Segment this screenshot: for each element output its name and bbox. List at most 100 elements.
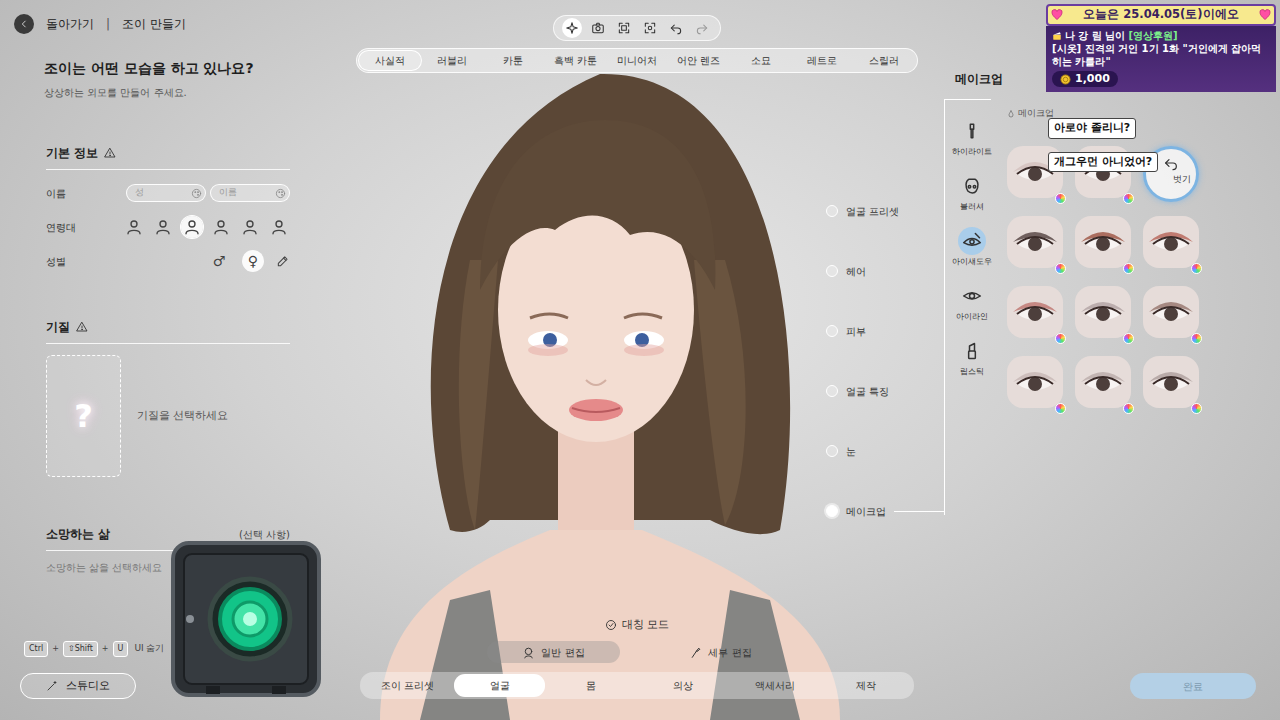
node-dot[interactable]	[826, 445, 838, 457]
color-variant-dot[interactable]	[1191, 403, 1202, 414]
makeup-swatch[interactable]	[1143, 356, 1199, 412]
style-tab[interactable]: 사실적	[359, 51, 421, 70]
color-variant-dot[interactable]	[1055, 403, 1066, 414]
camera-icon[interactable]	[588, 18, 608, 38]
node-label[interactable]: 피부	[846, 324, 866, 339]
bottom-tab[interactable]: 조이 프리셋	[362, 674, 454, 697]
edit-node[interactable]: 얼굴 프리셋	[826, 200, 944, 222]
makeup-category[interactable]: 하이라이트	[952, 117, 992, 163]
category-label[interactable]: 아이섀도우	[952, 256, 992, 268]
color-variant-dot[interactable]	[1123, 403, 1134, 414]
bottom-tab[interactable]: 의상	[637, 674, 729, 697]
edit-node[interactable]: 피부	[826, 320, 944, 342]
edit-mode-label[interactable]: 일반 편집	[541, 645, 584, 660]
surname-input[interactable]	[135, 185, 191, 201]
temperament-card[interactable]: ?	[46, 355, 121, 477]
makeup-swatch[interactable]	[1075, 216, 1131, 272]
back-label[interactable]: 돌아가기	[46, 15, 94, 33]
age-option[interactable]	[239, 216, 261, 238]
color-variant-dot[interactable]	[1191, 333, 1202, 344]
edit-mode-button[interactable]: 세부 편집	[654, 641, 787, 663]
node-label[interactable]: 헤어	[846, 264, 866, 279]
color-variant-dot[interactable]	[1191, 263, 1202, 274]
node-dot[interactable]	[826, 505, 838, 517]
style-tab[interactable]: 미니어처	[606, 51, 668, 70]
swatch-thumbnail[interactable]	[1143, 216, 1199, 268]
swatch-thumbnail[interactable]	[1143, 356, 1199, 408]
node-dot[interactable]	[826, 385, 838, 397]
style-tab[interactable]: 스릴러	[853, 51, 915, 70]
makeup-category[interactable]: 아이라인	[956, 282, 988, 328]
category-label[interactable]: 블러셔	[960, 201, 984, 213]
swatch-thumbnail[interactable]	[1007, 286, 1063, 338]
studio-button[interactable]: 스튜디오	[20, 673, 136, 699]
edit-mode-label[interactable]: 세부 편집	[708, 645, 751, 660]
age-option[interactable]	[181, 216, 203, 238]
bottom-tab[interactable]: 제작	[820, 674, 912, 697]
style-tab[interactable]: 레트로	[791, 51, 853, 70]
ai-sparkle-icon[interactable]	[562, 18, 582, 38]
age-option[interactable]	[268, 216, 290, 238]
swatch-thumbnail[interactable]	[1075, 356, 1131, 408]
makeup-swatch[interactable]	[1007, 216, 1063, 272]
color-variant-dot[interactable]	[1055, 193, 1066, 204]
swatch-thumbnail[interactable]	[1007, 216, 1063, 268]
symmetry-toggle[interactable]: 대칭 모드	[605, 617, 670, 634]
style-tab[interactable]: 어안 렌즈	[668, 51, 730, 70]
gender-option[interactable]: ♀	[242, 250, 264, 272]
node-label[interactable]: 메이크업	[846, 504, 886, 519]
node-label[interactable]: 얼굴 특징	[846, 384, 889, 399]
bottom-tab[interactable]: 액세서리	[729, 674, 821, 697]
makeup-swatch[interactable]	[1007, 356, 1063, 412]
makeup-swatch[interactable]	[1143, 216, 1199, 272]
edit-mode-button[interactable]: 일반 편집	[487, 641, 620, 663]
edit-node[interactable]: 헤어	[826, 260, 944, 282]
edit-node[interactable]: 눈	[826, 440, 944, 462]
node-label[interactable]: 눈	[846, 444, 856, 459]
studio-label[interactable]: 스튜디오	[66, 678, 110, 695]
makeup-swatch[interactable]	[1075, 286, 1131, 342]
gender-option[interactable]: ♂	[208, 250, 230, 272]
swatch-thumbnail[interactable]	[1075, 286, 1131, 338]
swatch-thumbnail[interactable]	[1075, 216, 1131, 268]
bottom-tab[interactable]: 몸	[545, 674, 637, 697]
makeup-swatch[interactable]	[1007, 286, 1063, 342]
style-tab[interactable]: 흑백 카툰	[544, 51, 606, 70]
edit-node[interactable]: 메이크업	[826, 500, 944, 522]
style-tab[interactable]: 러블리	[421, 51, 483, 70]
bottom-tab[interactable]: 얼굴	[454, 674, 546, 697]
makeup-category[interactable]: 아이섀도우	[952, 227, 992, 273]
node-dot[interactable]	[826, 265, 838, 277]
temperament-prompt[interactable]: 기질을 선택하세요	[137, 408, 229, 425]
color-variant-dot[interactable]	[1123, 193, 1134, 204]
color-variant-dot[interactable]	[1123, 263, 1134, 274]
symmetry-label[interactable]: 대칭 모드	[622, 617, 670, 634]
style-tab[interactable]: 소묘	[730, 51, 792, 70]
age-option[interactable]	[123, 216, 145, 238]
style-tab[interactable]: 카툰	[483, 51, 545, 70]
color-variant-dot[interactable]	[1055, 333, 1066, 344]
remove-label[interactable]: 벗기	[1173, 173, 1191, 187]
makeup-category[interactable]: 블러셔	[958, 172, 986, 218]
node-dot[interactable]	[826, 325, 838, 337]
swatch-thumbnail[interactable]	[1007, 356, 1063, 408]
category-label[interactable]: 아이라인	[956, 311, 988, 323]
back-button[interactable]	[14, 14, 34, 34]
color-variant-dot[interactable]	[1055, 263, 1066, 274]
age-option[interactable]	[210, 216, 232, 238]
swatch-thumbnail[interactable]	[1143, 286, 1199, 338]
category-label[interactable]: 하이라이트	[952, 146, 992, 158]
node-label[interactable]: 얼굴 프리셋	[846, 204, 899, 219]
makeup-category[interactable]: 립스틱	[958, 337, 986, 383]
redo-icon[interactable]	[692, 18, 712, 38]
frame-icon[interactable]	[614, 18, 634, 38]
done-button[interactable]: 완료	[1130, 673, 1256, 699]
focus-icon[interactable]	[640, 18, 660, 38]
undo-icon[interactable]	[666, 18, 686, 38]
makeup-swatch[interactable]	[1075, 356, 1131, 412]
category-label[interactable]: 립스틱	[960, 366, 984, 378]
age-option[interactable]	[152, 216, 174, 238]
node-dot[interactable]	[826, 205, 838, 217]
name-input[interactable]	[219, 185, 275, 201]
makeup-swatch[interactable]	[1143, 286, 1199, 342]
